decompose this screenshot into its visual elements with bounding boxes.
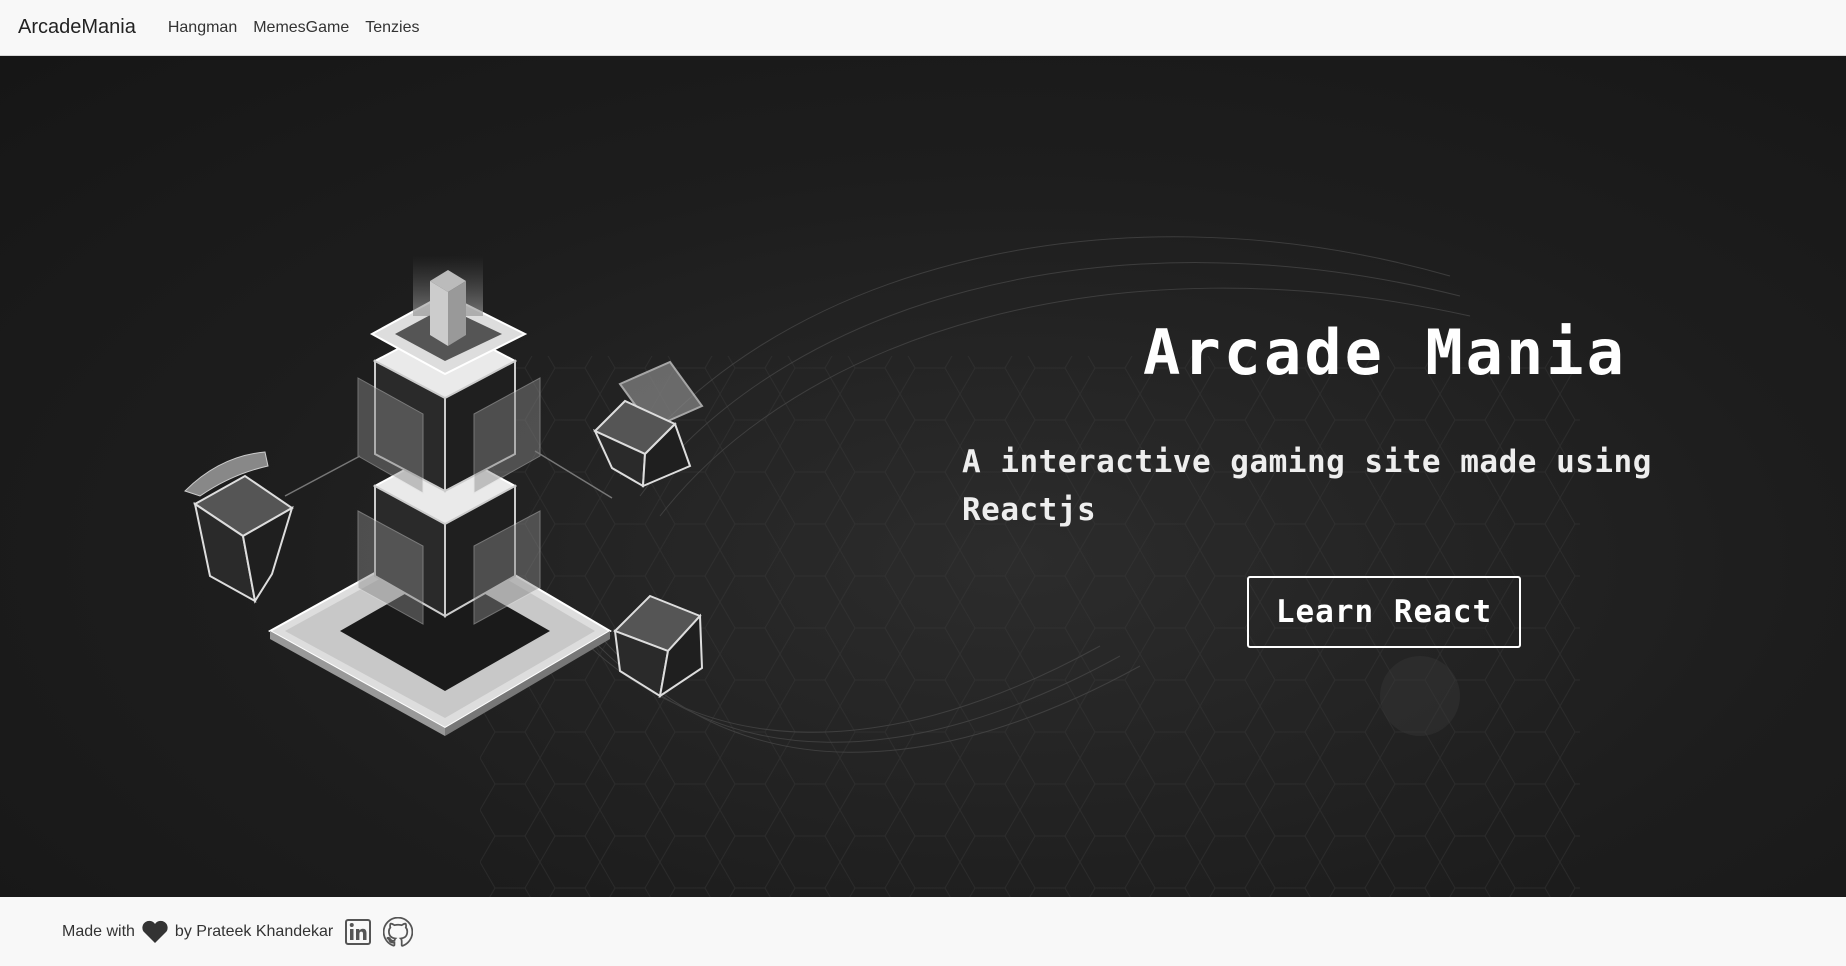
learn-react-button[interactable]: Learn React: [1247, 576, 1521, 648]
nav-link-hangman[interactable]: Hangman: [160, 19, 245, 37]
github-icon[interactable]: [383, 916, 414, 947]
linkedin-icon[interactable]: [345, 918, 372, 945]
floating-cube-left: [184, 451, 294, 604]
nav-link-tenzies[interactable]: Tenzies: [357, 19, 427, 37]
heart-icon: [141, 920, 169, 944]
hero-subtitle: A interactive gaming site made using Rea…: [962, 444, 1652, 528]
author-text: by Prateek Khandekar: [174, 922, 334, 940]
footer: Made with by Prateek Khandekar: [0, 897, 1846, 966]
made-with-text: Made with: [62, 922, 135, 940]
nav-link-memesgame[interactable]: MemesGame: [245, 19, 357, 37]
hero-section: Arcade Mania A interactive gaming site m…: [0, 56, 1846, 897]
hero-title: Arcade Mania: [1143, 316, 1627, 389]
nav-links: Hangman MemesGame Tenzies: [160, 19, 428, 37]
navbar: ArcadeMania Hangman MemesGame Tenzies: [0, 0, 1846, 56]
brand-link[interactable]: ArcadeMania: [18, 16, 136, 39]
